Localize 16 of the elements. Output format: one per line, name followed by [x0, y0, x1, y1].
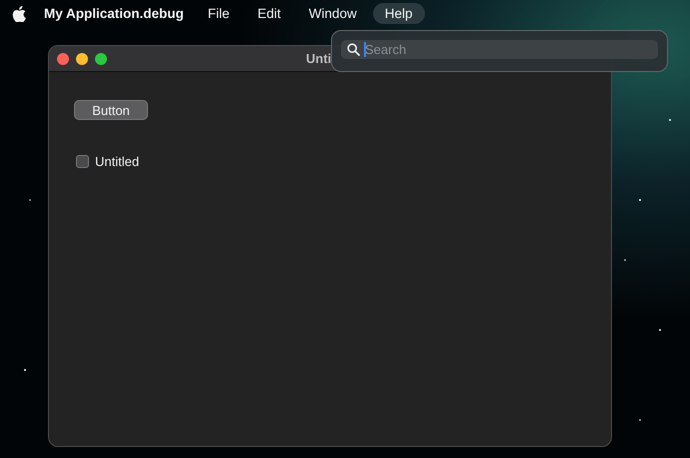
window-title: Unti	[306, 51, 332, 66]
apple-logo-icon[interactable]	[12, 6, 26, 22]
search-icon	[347, 43, 360, 56]
app-name[interactable]: My Application.debug	[30, 6, 192, 21]
checkbox-label[interactable]: Untitled	[95, 154, 140, 169]
menu-item[interactable]: File	[196, 3, 242, 24]
text-cursor	[364, 42, 366, 57]
menu-item[interactable]: Help	[372, 3, 425, 24]
close-button[interactable]	[57, 52, 69, 64]
menu-item[interactable]: Edit	[246, 3, 293, 24]
minimize-button[interactable]	[76, 52, 88, 64]
zoom-button[interactable]	[95, 52, 107, 64]
push-button[interactable]: Button	[74, 100, 148, 120]
menu-item[interactable]: Window	[296, 3, 369, 24]
search-field[interactable]: Search	[341, 40, 658, 59]
checkbox[interactable]	[76, 155, 89, 168]
